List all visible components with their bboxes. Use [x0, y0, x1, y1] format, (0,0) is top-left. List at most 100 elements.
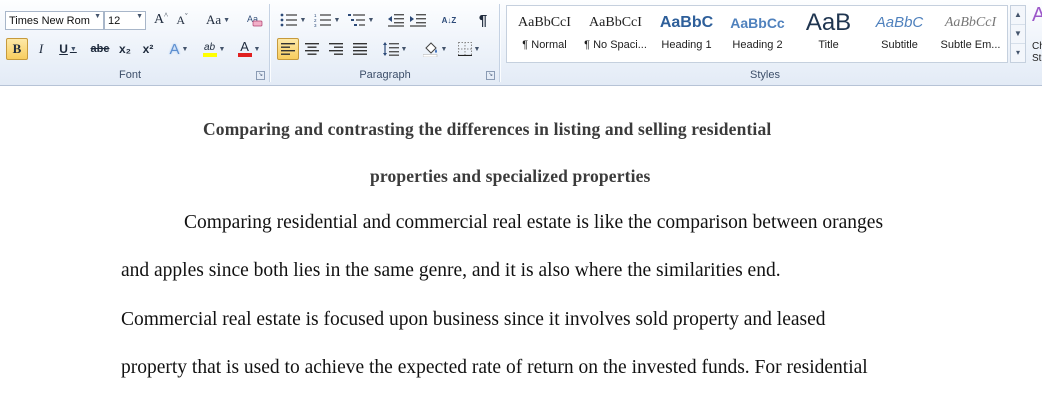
paragraph-line: property that is used to achieve the exp…: [121, 357, 868, 378]
styles-gallery-scroll[interactable]: ▲ ▼ ▾: [1010, 5, 1026, 63]
line-spacing-icon: [382, 42, 399, 56]
scroll-down-icon[interactable]: ▼: [1011, 25, 1025, 44]
align-left-icon: [281, 43, 295, 55]
style-no-spacing[interactable]: AaBbCcI ¶ No Spaci...: [580, 9, 651, 59]
style-sample: AaB: [805, 9, 852, 36]
more-styles-icon[interactable]: ▾: [1011, 44, 1025, 63]
style-heading-2[interactable]: AaBbCc Heading 2: [722, 9, 793, 59]
style-sample: AaBbCcI: [944, 15, 997, 30]
font-size-combo[interactable]: 12 ▼: [104, 11, 146, 30]
style-name: ¶ Normal: [522, 39, 567, 51]
style-name: Subtle Em...: [940, 39, 1001, 51]
shrink-font-button[interactable]: Aˇ: [172, 9, 192, 31]
bold-button[interactable]: B: [6, 38, 28, 60]
change-styles-label: Ch: [1032, 41, 1042, 52]
font-color-icon: A: [240, 39, 249, 54]
increase-indent-button[interactable]: [408, 9, 428, 31]
document-page[interactable]: Comparing and contrasting the difference…: [0, 87, 1042, 404]
style-name: Subtitle: [881, 39, 918, 51]
decrease-indent-icon: [388, 14, 404, 27]
numbering-icon: 123: [314, 13, 331, 27]
scroll-up-icon[interactable]: ▲: [1011, 6, 1025, 25]
font-name-combo[interactable]: Times New Rom ▼: [5, 11, 104, 30]
paragraph-line: Commercial real estate is focused upon b…: [121, 309, 826, 330]
font-name-value: Times New Rom: [9, 14, 90, 27]
highlight-button[interactable]: ab ▼: [198, 38, 230, 60]
multilevel-list-icon: [347, 14, 365, 26]
align-left-button[interactable]: [277, 38, 299, 60]
grow-font-icon: A: [154, 12, 165, 27]
paragraph-line: and apples since both lies in the same g…: [121, 260, 781, 281]
highlight-icon: ab: [203, 41, 216, 53]
style-sample: AaBbC: [659, 14, 714, 31]
grow-font-button[interactable]: A ^: [151, 9, 171, 31]
clear-formatting-button[interactable]: Aa: [244, 9, 266, 31]
font-group-label: Font: [118, 69, 141, 81]
borders-button[interactable]: ▼: [454, 38, 484, 60]
italic-button[interactable]: I: [30, 38, 52, 60]
style-sample: AaBbCcI: [518, 15, 571, 30]
style-name: Heading 2: [732, 39, 783, 51]
show-hide-marks-button[interactable]: ¶: [472, 9, 494, 31]
style-title[interactable]: AaB Title: [793, 9, 864, 59]
change-styles-label: St: [1032, 53, 1042, 64]
text-effects-icon: A: [169, 40, 180, 58]
change-case-button[interactable]: Aa ▼: [203, 9, 233, 31]
strikethrough-icon: abe: [90, 43, 110, 55]
shading-button[interactable]: ▼: [420, 38, 450, 60]
change-styles-button[interactable]: A Ch St: [1029, 4, 1042, 64]
font-color-button[interactable]: A ▼: [234, 38, 264, 60]
numbering-button[interactable]: 1 2 3 ▼: [311, 9, 343, 31]
justify-button[interactable]: [349, 38, 371, 60]
align-center-button[interactable]: [301, 38, 323, 60]
font-color-bar: [237, 53, 252, 57]
style-name: Heading 1: [661, 39, 712, 51]
ribbon: Times New Rom ▼ 12 ▼ A ^ Aˇ Aa ▼ Aa B I U ▼…: [0, 0, 1042, 86]
style-heading-1[interactable]: AaBbC Heading 1: [651, 9, 722, 59]
paragraph-dialog-launcher[interactable]: ↘: [486, 71, 495, 80]
font-dialog-launcher[interactable]: ↘: [256, 71, 265, 80]
increase-indent-icon: [410, 14, 426, 27]
underline-button[interactable]: U ▼: [54, 38, 82, 60]
strikethrough-button[interactable]: abe: [88, 38, 112, 60]
paragraph-line: Comparing residential and commercial rea…: [184, 212, 884, 233]
document-title-line-2: properties and specialized properties: [370, 166, 651, 186]
subscript-button[interactable]: x₂: [114, 38, 136, 60]
bold-icon: B: [12, 41, 22, 56]
align-right-button[interactable]: [325, 38, 347, 60]
clear-formatting-icon: Aa: [247, 14, 263, 27]
bullets-icon: [280, 13, 297, 27]
shrink-font-icon: A: [176, 12, 185, 27]
style-sample: AaBbC: [875, 14, 924, 31]
align-center-icon: [305, 43, 319, 55]
multilevel-list-button[interactable]: ▼: [345, 9, 377, 31]
borders-icon: [457, 42, 472, 56]
chevron-down-icon[interactable]: ▼: [136, 13, 143, 20]
underline-icon: U: [59, 42, 68, 56]
line-spacing-button[interactable]: ▼: [380, 38, 410, 60]
style-subtle-emphasis[interactable]: AaBbCcI Subtle Em...: [935, 9, 1006, 59]
italic-icon: I: [38, 41, 44, 56]
styles-group-label: Styles: [750, 69, 780, 81]
style-name: ¶ No Spaci...: [584, 39, 647, 51]
sort-icon: A↓Z: [441, 15, 457, 25]
font-size-value: 12: [108, 14, 121, 27]
style-normal[interactable]: AaBbCcI ¶ Normal: [509, 9, 580, 59]
pilcrow-icon: ¶: [478, 11, 488, 29]
subscript-icon: x₂: [118, 42, 131, 56]
style-name: Title: [818, 39, 839, 51]
bullets-button[interactable]: ▼: [277, 9, 309, 31]
paint-bucket-icon: [422, 41, 437, 57]
paragraph-group-label: Paragraph: [359, 69, 411, 81]
decrease-indent-button[interactable]: [386, 9, 406, 31]
change-styles-icon: A: [1032, 4, 1042, 26]
style-subtitle[interactable]: AaBbC Subtitle: [864, 9, 935, 59]
superscript-button[interactable]: x²: [137, 38, 159, 60]
justify-icon: [353, 43, 367, 55]
style-sample: AaBbCcI: [589, 15, 642, 30]
chevron-down-icon[interactable]: ▼: [94, 13, 101, 20]
superscript-icon: x²: [142, 42, 154, 56]
highlight-color-bar: [202, 52, 217, 57]
text-effects-button[interactable]: A ▼: [166, 38, 192, 60]
sort-button[interactable]: A↓Z: [438, 9, 460, 31]
